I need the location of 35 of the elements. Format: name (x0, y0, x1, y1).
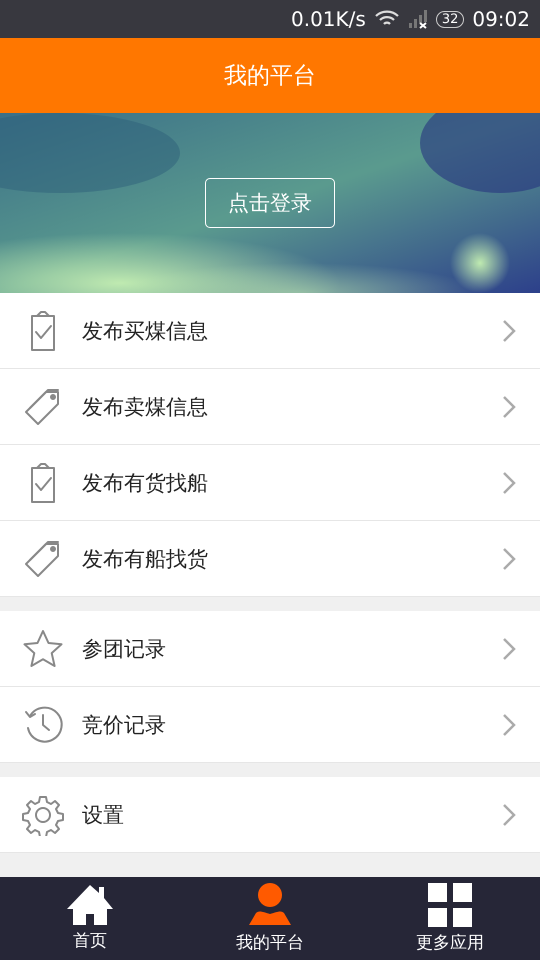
chevron-icon (502, 470, 516, 494)
chevron-icon (502, 636, 516, 660)
menu-label: 发布卖煤信息 (82, 394, 209, 420)
tab-button[interactable]: 我的平台 (180, 877, 360, 960)
menu-item[interactable]: 参团记录 (0, 611, 540, 687)
chevron-icon (502, 318, 516, 342)
grid-icon (428, 883, 472, 927)
menu-item[interactable]: 发布有船找货 (0, 521, 540, 597)
page-title: 我的平台 (224, 62, 316, 91)
tab-button[interactable]: 首页 (0, 877, 180, 960)
chevron-icon (502, 394, 516, 418)
battery-level: 32 (436, 10, 464, 28)
clock-icon (22, 704, 64, 746)
menu-label: 发布有船找货 (82, 546, 209, 572)
chevron-icon (502, 712, 516, 736)
menu-label: 发布有货找船 (82, 470, 209, 496)
signal-icon (408, 9, 428, 29)
menu-label: 竞价记录 (82, 712, 167, 738)
person-icon (247, 883, 293, 927)
settings-icon (22, 794, 64, 836)
home-icon (67, 885, 113, 925)
chevron-icon (502, 802, 516, 826)
chevron-icon (502, 546, 516, 570)
network-speed: 0.01K/s (291, 7, 366, 31)
menu-item[interactable]: 发布卖煤信息 (0, 369, 540, 445)
menu-item[interactable]: 竞价记录 (0, 687, 540, 763)
menu-item[interactable]: 发布有货找船 (0, 445, 540, 521)
clock-time: 09:02 (472, 7, 530, 31)
star-icon (22, 628, 64, 670)
menu-label: 参团记录 (82, 636, 167, 662)
menu-item[interactable]: 设置 (0, 777, 540, 853)
menu-item[interactable]: 发布买煤信息 (0, 293, 540, 369)
menu-label: 发布买煤信息 (82, 318, 209, 344)
menu-label: 设置 (82, 802, 125, 828)
tab-button[interactable]: 更多应用 (360, 877, 540, 960)
